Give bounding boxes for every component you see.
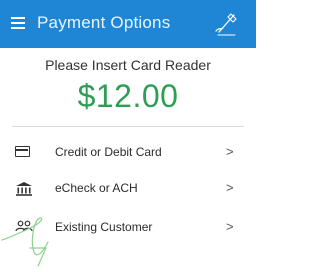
option-label: eCheck or ACH (55, 181, 138, 195)
signature-pen-icon[interactable] (213, 11, 239, 37)
option-existing-customer[interactable]: Existing Customer > (0, 211, 256, 245)
option-echeck-ach[interactable]: eCheck or ACH > (0, 172, 256, 206)
hamburger-menu-icon[interactable] (11, 17, 25, 29)
option-credit-debit-card[interactable]: Credit or Debit Card > (0, 136, 256, 170)
credit-card-icon (15, 145, 33, 161)
divider (12, 126, 244, 127)
insert-card-prompt: Please Insert Card Reader (45, 57, 211, 73)
chevron-right-icon: > (226, 144, 234, 159)
chevron-right-icon: > (226, 219, 234, 234)
option-label: Existing Customer (55, 220, 153, 234)
app-bar: Payment Options (0, 0, 256, 48)
payment-amount: $12.00 (77, 78, 179, 114)
page-title: Payment Options (37, 13, 171, 32)
people-icon (15, 220, 33, 236)
chevron-right-icon: > (226, 180, 234, 195)
option-label: Credit or Debit Card (55, 145, 162, 159)
bank-icon (15, 181, 33, 197)
